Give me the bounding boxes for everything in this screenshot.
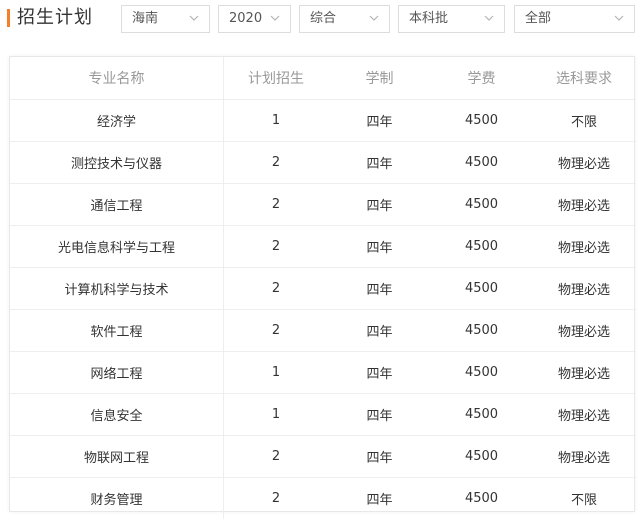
duration-cell: 四年 [328, 351, 431, 394]
major-name-cell: 网络工程 [10, 351, 224, 394]
table-row: 信息安全 1 四年 4500 物理必选 [10, 393, 636, 436]
table-row: 计算机科学与技术 2 四年 4500 物理必选 [10, 267, 636, 310]
enrollment-table-container: 专业名称 计划招生 学制 学费 选科要求 经济学 1 四年 4500 不限 测控技术与仪器… [9, 56, 636, 519]
duration-cell: 四年 [328, 267, 431, 310]
plan-count-cell: 2 [223, 267, 328, 310]
major-name-cell: 计算机科学与技术 [10, 267, 224, 310]
subject-requirement-cell: 物理必选 [532, 435, 636, 478]
subject-requirement-cell: 物理必选 [532, 309, 636, 352]
subject-requirement-cell: 物理必选 [532, 267, 636, 310]
subject-requirement-cell: 物理必选 [532, 183, 636, 226]
province-select-value: 海南 [132, 11, 159, 26]
subject-requirement-cell: 不限 [532, 99, 636, 142]
chevron-down-icon [484, 13, 494, 23]
title-accent-bar [7, 9, 10, 27]
subject-requirement-cell: 物理必选 [532, 225, 636, 268]
table-row: 软件工程 2 四年 4500 物理必选 [10, 309, 636, 352]
tuition-cell: 4500 [431, 309, 532, 352]
chevron-down-icon [369, 13, 379, 23]
batch-select[interactable]: 本科批 [398, 5, 505, 33]
tuition-cell: 4500 [431, 435, 532, 478]
chevron-down-icon [189, 13, 199, 23]
enrollment-table: 专业名称 计划招生 学制 学费 选科要求 经济学 1 四年 4500 不限 测控技术与仪器… [10, 57, 636, 519]
duration-cell: 四年 [328, 141, 431, 184]
duration-cell: 四年 [328, 99, 431, 142]
table-row: 网络工程 1 四年 4500 物理必选 [10, 351, 636, 394]
duration-cell: 四年 [328, 183, 431, 226]
column-header-tuition: 学费 [467, 71, 496, 87]
subject-requirement-cell: 不限 [532, 477, 636, 519]
major-name-cell: 光电信息科学与工程 [10, 225, 224, 268]
page-title: 招生计划 [17, 7, 93, 28]
batch-select-value: 本科批 [409, 11, 449, 26]
table-row: 通信工程 2 四年 4500 物理必选 [10, 183, 636, 226]
enrollment-plan-page: 招生计划 海南 2020 综合 本科批 全部 专业名称 计划招生 学制 学费 选… [0, 0, 643, 522]
duration-cell: 四年 [328, 225, 431, 268]
plan-count-cell: 2 [223, 435, 328, 478]
duration-cell: 四年 [328, 477, 431, 519]
year-select-value: 2020 [229, 11, 263, 26]
major-name-cell: 物联网工程 [10, 435, 224, 478]
major-name-cell: 测控技术与仪器 [10, 141, 224, 184]
major-name-cell: 财务管理 [10, 477, 224, 519]
tuition-cell: 4500 [431, 393, 532, 436]
duration-cell: 四年 [328, 435, 431, 478]
subject-requirement-cell: 物理必选 [532, 393, 636, 436]
table-row: 财务管理 2 四年 4500 不限 [10, 477, 636, 519]
plan-count-cell: 1 [223, 99, 328, 142]
major-name-cell: 经济学 [10, 99, 224, 142]
table-row: 测控技术与仪器 2 四年 4500 物理必选 [10, 141, 636, 184]
plan-count-cell: 2 [223, 225, 328, 268]
tuition-cell: 4500 [431, 351, 532, 394]
plan-count-cell: 2 [223, 309, 328, 352]
column-header-major: 专业名称 [10, 57, 224, 100]
major-name-cell: 软件工程 [10, 309, 224, 352]
duration-cell: 四年 [328, 309, 431, 352]
chevron-down-icon [614, 13, 624, 23]
major-name-cell: 通信工程 [10, 183, 224, 226]
tuition-cell: 4500 [431, 99, 532, 142]
column-header-plan: 计划招生 [248, 71, 304, 87]
category-select-value: 综合 [310, 11, 337, 26]
tuition-cell: 4500 [431, 477, 532, 519]
plan-count-cell: 1 [223, 393, 328, 436]
table-row: 物联网工程 2 四年 4500 物理必选 [10, 435, 636, 478]
chevron-down-icon [270, 13, 280, 23]
subject-requirement-cell: 物理必选 [532, 141, 636, 184]
plan-count-cell: 1 [223, 351, 328, 394]
province-select[interactable]: 海南 [121, 5, 210, 33]
table-header-row: 专业名称 计划招生 学制 学费 选科要求 [10, 57, 636, 100]
table-row: 光电信息科学与工程 2 四年 4500 物理必选 [10, 225, 636, 268]
major-name-cell: 信息安全 [10, 393, 224, 436]
tuition-cell: 4500 [431, 183, 532, 226]
table-row: 经济学 1 四年 4500 不限 [10, 99, 636, 142]
column-header-subject-requirement: 选科要求 [556, 71, 612, 87]
plan-count-cell: 2 [223, 477, 328, 519]
tuition-cell: 4500 [431, 141, 532, 184]
category-select[interactable]: 综合 [299, 5, 390, 33]
column-header-duration: 学制 [365, 71, 394, 87]
header-bar: 招生计划 海南 2020 综合 本科批 全部 [0, 0, 643, 40]
tuition-cell: 4500 [431, 225, 532, 268]
plan-count-cell: 2 [223, 141, 328, 184]
year-select[interactable]: 2020 [218, 5, 291, 33]
subject-requirement-cell: 物理必选 [532, 351, 636, 394]
plan-count-cell: 2 [223, 183, 328, 226]
type-select-value: 全部 [525, 11, 552, 26]
table-body: 经济学 1 四年 4500 不限 测控技术与仪器 2 四年 4500 物理必选 通信工程 2 四年 450… [10, 99, 636, 519]
duration-cell: 四年 [328, 393, 431, 436]
tuition-cell: 4500 [431, 267, 532, 310]
type-select[interactable]: 全部 [514, 5, 635, 33]
